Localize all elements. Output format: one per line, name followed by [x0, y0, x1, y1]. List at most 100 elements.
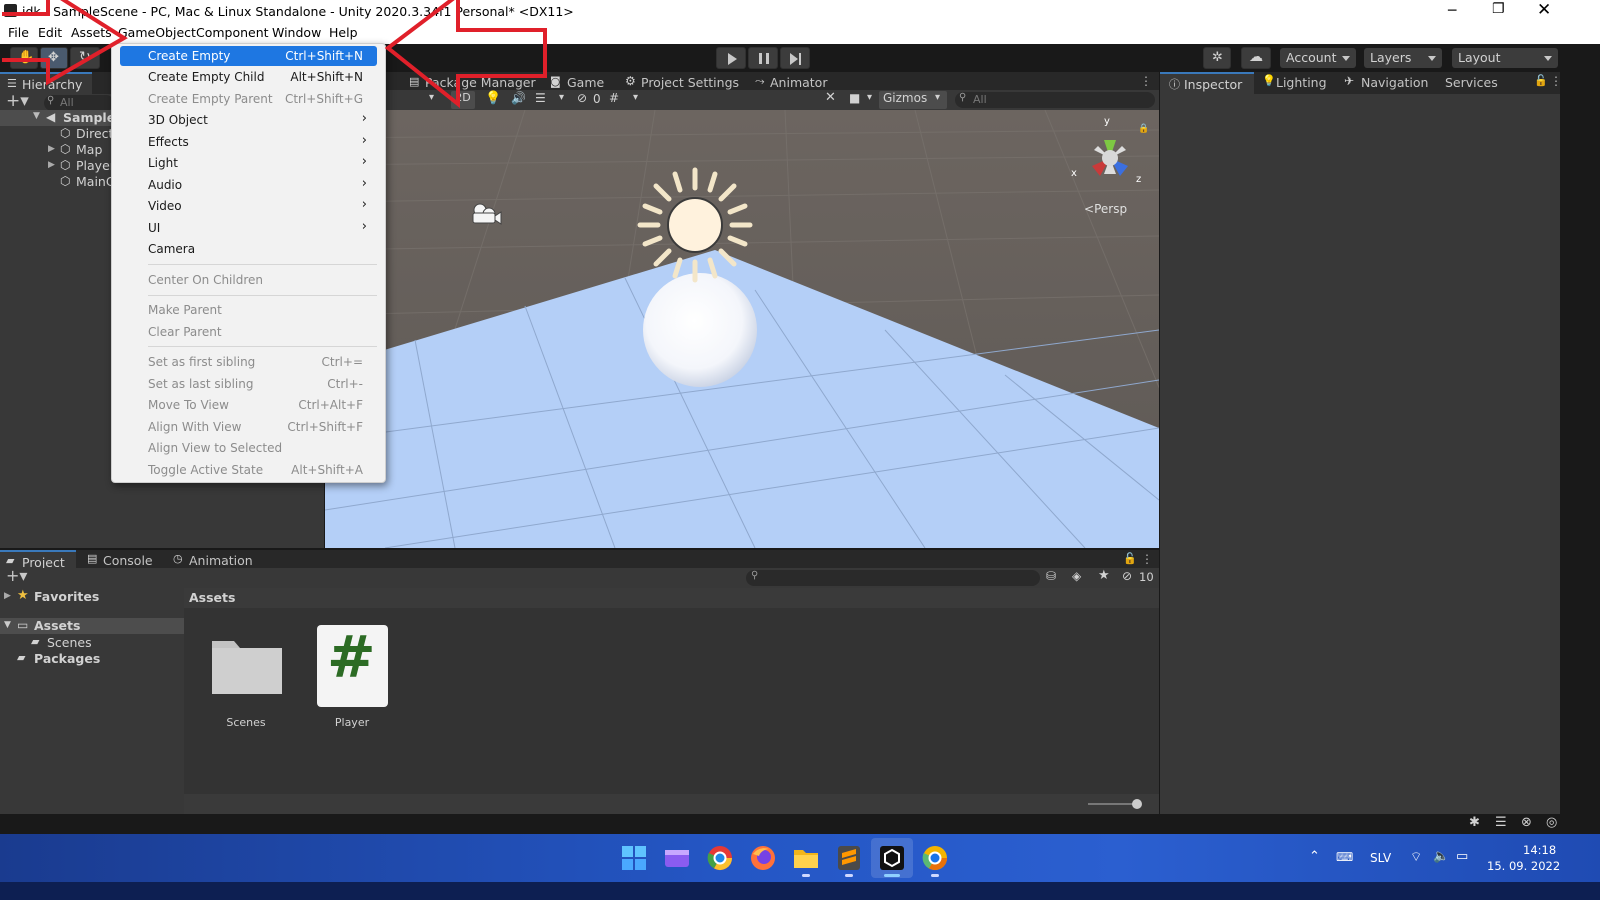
- tab-services[interactable]: Services: [1445, 75, 1498, 90]
- project-search-input[interactable]: ⚲: [746, 570, 1040, 586]
- tab-animator[interactable]: Animator: [770, 75, 827, 90]
- tools-icon[interactable]: ✕: [825, 90, 836, 105]
- more-options-icon[interactable]: ⋮: [1141, 552, 1153, 566]
- asset-tile[interactable]: Scenes: [206, 624, 286, 734]
- lighting-toggle-icon[interactable]: 💡: [485, 91, 501, 106]
- start-icon[interactable]: [620, 844, 648, 872]
- language-indicator[interactable]: SLV: [1370, 851, 1391, 865]
- hierarchy-search-input[interactable]: ⚲ All: [44, 95, 114, 111]
- menu-component[interactable]: Component: [196, 25, 269, 40]
- chevron-up-icon[interactable]: ⌃: [1309, 849, 1320, 864]
- expand-icon[interactable]: ▼: [4, 620, 11, 630]
- keyboard-icon[interactable]: ⌨: [1336, 850, 1353, 864]
- sublime-text-icon[interactable]: [835, 844, 863, 872]
- visibility-icon[interactable]: ⊘: [577, 91, 587, 105]
- star-icon[interactable]: ★: [1098, 568, 1110, 583]
- bug-icon[interactable]: ✱: [1469, 815, 1480, 830]
- audio-toggle-icon[interactable]: 🔊: [511, 91, 526, 105]
- lock-icon[interactable]: 🔒: [1138, 124, 1149, 134]
- menu-item-3d-object[interactable]: 3D Object ›: [120, 110, 377, 130]
- tree-packages[interactable]: Packages: [34, 651, 100, 666]
- layers-dropdown[interactable]: Layers: [1364, 48, 1442, 68]
- menu-window[interactable]: Window: [272, 25, 321, 40]
- scene-search-input[interactable]: ⚲ All: [955, 92, 1155, 108]
- menu-assets[interactable]: Assets: [71, 25, 112, 40]
- wifi-icon[interactable]: ⌔: [1410, 849, 1422, 865]
- expand-icon[interactable]: ▶: [4, 591, 11, 601]
- orientation-gizmo[interactable]: y x z 🔒 <Persp: [1070, 116, 1150, 228]
- zoom-slider-handle[interactable]: [1132, 799, 1142, 809]
- battery-icon[interactable]: ▭: [1456, 849, 1468, 864]
- visibility-icon[interactable]: ⊘: [1122, 569, 1132, 583]
- add-icon[interactable]: +▾: [6, 91, 29, 111]
- tab-package-manager[interactable]: Package Manager: [425, 75, 536, 90]
- tree-scenes[interactable]: Scenes: [47, 635, 92, 650]
- tab-inspector[interactable]: ⓘ Inspector: [1160, 72, 1254, 94]
- restore-icon[interactable]: ❐: [1492, 1, 1505, 17]
- lock-icon[interactable]: 🔓: [1534, 74, 1548, 87]
- firefox-icon[interactable]: [749, 844, 777, 872]
- expand-icon[interactable]: ▶: [48, 160, 55, 170]
- persp-label[interactable]: <Persp: [1084, 202, 1127, 216]
- expand-icon[interactable]: ▶: [48, 144, 55, 154]
- move-tool-button[interactable]: ✥: [40, 47, 68, 69]
- menu-edit[interactable]: Edit: [38, 25, 62, 40]
- add-icon[interactable]: +▾: [6, 566, 27, 585]
- step-button[interactable]: [780, 47, 810, 69]
- menu-item-create-empty-child[interactable]: Create Empty Child Alt+Shift+N: [120, 67, 377, 87]
- tab-navigation[interactable]: Navigation: [1361, 75, 1428, 90]
- clipchamp-icon[interactable]: [663, 844, 691, 872]
- pause-button[interactable]: [748, 47, 778, 69]
- expand-icon[interactable]: ▼: [33, 111, 40, 121]
- tab-console[interactable]: Console: [103, 553, 153, 568]
- close-icon[interactable]: ✕: [1537, 0, 1551, 20]
- menu-gameobject[interactable]: GameObject: [118, 25, 196, 40]
- grid-dropdown-icon[interactable]: ▾: [633, 92, 638, 103]
- menu-item-light[interactable]: Light ›: [120, 153, 377, 173]
- effects-toggle-icon[interactable]: ☰: [535, 91, 546, 105]
- tree-favorites[interactable]: Favorites: [34, 589, 99, 604]
- toggle-2d-button[interactable]: 2D: [451, 91, 475, 109]
- more-options-icon[interactable]: ⋮: [1140, 74, 1152, 88]
- tab-animation[interactable]: Animation: [189, 553, 253, 568]
- asset-tile[interactable]: # Player: [312, 624, 392, 734]
- unity-icon[interactable]: [878, 844, 906, 872]
- camera-dropdown-icon[interactable]: ▾: [867, 92, 872, 103]
- rotate-tool-button[interactable]: ↻: [70, 47, 100, 69]
- camera-icon[interactable]: ■: [849, 91, 860, 105]
- gizmos-dropdown-icon[interactable]: ▾: [935, 92, 940, 103]
- menu-help[interactable]: Help: [329, 25, 358, 40]
- menu-item-effects[interactable]: Effects ›: [120, 132, 377, 152]
- clock-time[interactable]: 14:18: [1523, 843, 1556, 857]
- play-button[interactable]: [716, 47, 746, 69]
- menu-item-create-empty[interactable]: Create Empty Ctrl+Shift+N: [120, 46, 377, 66]
- menu-item-video[interactable]: Video ›: [120, 196, 377, 216]
- hand-tool-button[interactable]: ✋: [10, 47, 38, 69]
- tab-game[interactable]: Game: [567, 75, 604, 90]
- collab-status-icon[interactable]: ⊗: [1521, 815, 1532, 830]
- tab-lighting[interactable]: Lighting: [1276, 75, 1327, 90]
- menu-item-audio[interactable]: Audio ›: [120, 175, 377, 195]
- label-icon[interactable]: ◈: [1072, 569, 1081, 583]
- filter-type-icon[interactable]: ⛁: [1046, 569, 1056, 583]
- menu-file[interactable]: File: [8, 25, 29, 40]
- lock-icon[interactable]: 🔓: [1123, 552, 1137, 565]
- more-options-icon[interactable]: ⋮: [1550, 74, 1562, 88]
- chrome-canary-icon[interactable]: [921, 844, 949, 872]
- menu-item-ui[interactable]: UI ›: [120, 218, 377, 238]
- volume-icon[interactable]: 🔈: [1433, 849, 1449, 864]
- cloud-button[interactable]: ☁: [1241, 47, 1271, 69]
- tree-assets-row[interactable]: ▼ ▭ Assets: [0, 618, 184, 634]
- scene-viewport[interactable]: y x z 🔒 <Persp: [325, 110, 1159, 548]
- effects-dropdown-icon[interactable]: ▾: [559, 92, 564, 103]
- breadcrumb-assets[interactable]: Assets: [189, 590, 235, 605]
- collab-button[interactable]: ✲: [1203, 47, 1231, 69]
- layout-dropdown[interactable]: Layout: [1452, 48, 1558, 68]
- check-icon[interactable]: ◎: [1546, 815, 1557, 830]
- chrome-icon[interactable]: [706, 844, 734, 872]
- shading-dropdown-icon[interactable]: ▾: [429, 92, 434, 103]
- menu-item-camera[interactable]: Camera: [120, 239, 377, 259]
- grid-icon[interactable]: #: [609, 91, 619, 105]
- account-dropdown[interactable]: Account: [1280, 48, 1356, 68]
- zoom-slider-track[interactable]: [1088, 803, 1138, 805]
